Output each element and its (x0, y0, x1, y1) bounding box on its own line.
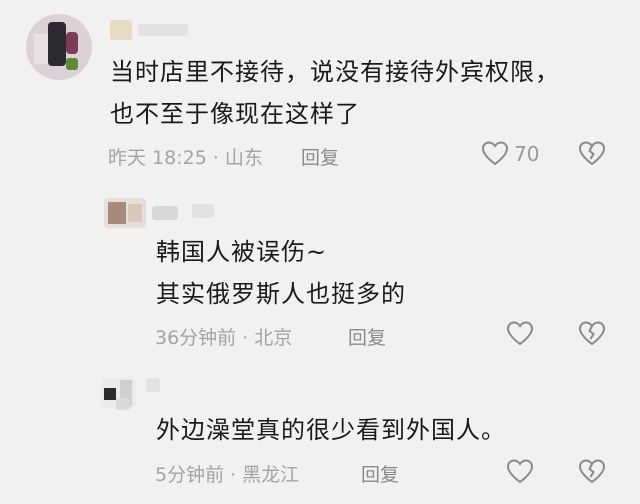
comment-text: 也不至于像现在这样了 (110, 100, 360, 128)
avatar[interactable] (26, 14, 92, 80)
heart-outline-icon[interactable] (506, 320, 534, 346)
separator: · (212, 147, 219, 169)
broken-heart-outline-icon[interactable] (578, 458, 606, 484)
username-blurred[interactable] (116, 398, 130, 410)
comment-time: 昨天 18:25 (108, 147, 207, 169)
comment-text: 外边澡堂真的很少看到外国人。 (156, 416, 506, 444)
reply-button[interactable]: 回复 (348, 323, 386, 350)
comment-meta: 36分钟前 · 北京 (155, 323, 292, 350)
avatar[interactable] (104, 198, 146, 228)
comment-text: 当时店里不接待，说没有接待外宾权限， (110, 58, 560, 86)
username-blurred[interactable] (110, 20, 132, 40)
comment-location: 黑龙江 (242, 464, 300, 486)
heart-outline-icon[interactable] (506, 458, 534, 484)
username-blurred[interactable] (192, 204, 214, 218)
username-blurred[interactable] (152, 206, 178, 220)
separator: · (242, 327, 249, 349)
like-count: 70 (514, 142, 540, 166)
comment-meta: 昨天 18:25 · 山东 (108, 143, 263, 170)
broken-heart-outline-icon[interactable] (578, 320, 606, 346)
comment-meta: 5分钟前 · 黑龙江 (155, 460, 299, 487)
heart-outline-icon[interactable] (481, 140, 509, 166)
comment-location: 北京 (254, 327, 293, 349)
comment-time: 5分钟前 (155, 464, 225, 486)
reply-button[interactable]: 回复 (301, 143, 339, 170)
username-blurred[interactable] (146, 378, 160, 392)
broken-heart-outline-icon[interactable] (578, 140, 606, 166)
comment-text: 韩国人被误伤~ (156, 238, 328, 266)
separator: · (230, 464, 237, 486)
comment-time: 36分钟前 (155, 327, 237, 349)
comment-text: 其实俄罗斯人也挺多的 (156, 280, 406, 308)
reply-button[interactable]: 回复 (361, 460, 399, 487)
comment-location: 山东 (224, 147, 263, 169)
username-blurred[interactable] (138, 24, 188, 36)
